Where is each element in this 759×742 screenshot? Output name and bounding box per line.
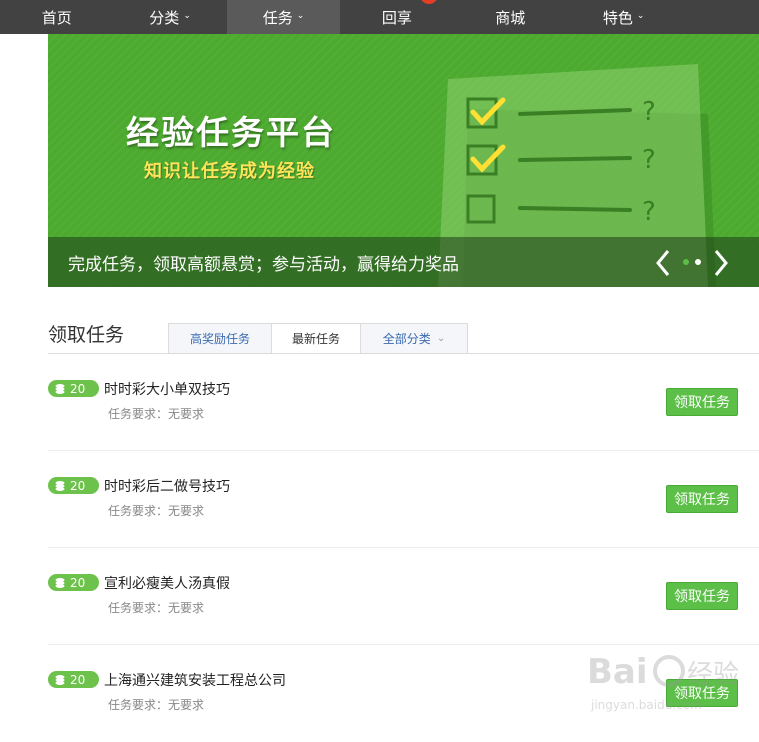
coin-stack-icon — [55, 383, 65, 394]
nav-item-home[interactable]: 首页 — [0, 0, 113, 34]
carousel-dot[interactable] — [695, 259, 701, 265]
coin-stack-icon — [55, 480, 65, 491]
reward-value: 20 — [70, 575, 86, 590]
svg-text:Bai: Bai — [587, 652, 648, 692]
baidu-watermark: Bai 经验 jingyan.baidu.com — [587, 652, 739, 712]
chevron-down-icon: ⌄ — [636, 11, 645, 21]
task-row: 20 时时彩大小单双技巧 任务要求：无要求 领取任务 — [48, 355, 759, 451]
reward-badge: 20 — [48, 574, 99, 591]
nav-item-tasks[interactable]: 任务 ⌄ — [226, 0, 341, 34]
row-divider — [48, 547, 759, 548]
nav-item-label: 任务 — [262, 8, 293, 27]
tabs-divider — [48, 353, 759, 354]
svg-text:?: ? — [642, 97, 656, 127]
banner-title: 经验任务平台 — [126, 113, 336, 152]
tab-high-reward[interactable]: 高奖励任务 — [168, 323, 272, 354]
carousel-dot-active[interactable] — [683, 259, 689, 265]
chevron-down-icon: ⌄ — [183, 11, 191, 21]
task-title[interactable]: 上海通兴建筑安装工程总公司 — [104, 670, 286, 690]
task-tabs: 高奖励任务 最新任务 全部分类 ⌄ — [168, 323, 468, 354]
nav-item-featured[interactable]: 特色 ⌄ — [567, 0, 680, 34]
reward-value: 20 — [70, 478, 86, 493]
nav-item-category[interactable]: 分类 ⌄ — [113, 0, 226, 34]
svg-text:?: ? — [642, 145, 656, 175]
chevron-down-icon: ⌄ — [296, 11, 305, 21]
chevron-left-icon[interactable] — [654, 249, 672, 277]
task-row: 20 宣利必瘦美人汤真假 任务要求：无要求 领取任务 — [48, 549, 759, 645]
chevron-right-icon[interactable] — [712, 249, 730, 277]
claim-task-button[interactable]: 领取任务 — [666, 388, 738, 416]
coin-stack-icon — [55, 577, 65, 588]
reward-badge: 20 — [48, 380, 99, 397]
nav-item-label: 回享 — [381, 8, 412, 27]
tab-latest[interactable]: 最新任务 — [271, 323, 361, 354]
row-divider — [48, 450, 759, 451]
task-title[interactable]: 时时彩大小单双技巧 — [104, 379, 230, 399]
nav-item-label: 商城 — [495, 8, 526, 27]
banner-caption: 完成任务，领取高额悬赏；参与活动，赢得给力奖品 — [68, 255, 459, 275]
task-requirement: 任务要求：无要求 — [108, 698, 205, 712]
task-requirement: 任务要求：无要求 — [108, 504, 205, 518]
svg-text:jingyan.baidu.com: jingyan.baidu.com — [590, 698, 702, 712]
tab-label: 高奖励任务 — [189, 332, 250, 346]
task-title[interactable]: 时时彩后二做号技巧 — [104, 476, 230, 496]
task-title[interactable]: 宣利必瘦美人汤真假 — [104, 573, 230, 593]
banner-caption-bar: 完成任务，领取高额悬赏；参与活动，赢得给力奖品 — [48, 237, 759, 287]
svg-text:经验: 经验 — [687, 660, 739, 690]
tab-label: 最新任务 — [291, 332, 340, 346]
coin-stack-icon — [55, 674, 65, 685]
banner-subtitle: 知识让任务成为经验 — [144, 161, 315, 182]
reward-badge: 20 — [48, 671, 99, 688]
task-requirement: 任务要求：无要求 — [108, 601, 205, 615]
nav-item-label: 特色 — [602, 8, 633, 27]
task-requirement: 任务要求：无要求 — [108, 407, 205, 421]
svg-text:?: ? — [642, 197, 656, 227]
chevron-down-icon: ⌄ — [436, 333, 446, 344]
nav-item-share[interactable]: 回享 — [340, 0, 453, 34]
reward-value: 20 — [70, 381, 86, 396]
tab-all-categories[interactable]: 全部分类 ⌄ — [360, 323, 468, 354]
nav-item-label: 首页 — [41, 8, 72, 27]
section-title: 领取任务 — [48, 324, 125, 346]
claim-task-button[interactable]: 领取任务 — [666, 485, 738, 513]
nav-item-mall[interactable]: 商城 — [454, 0, 567, 34]
claim-task-button[interactable]: 领取任务 — [666, 582, 738, 610]
hero-banner[interactable]: ? ? ? 经验任务平台 知识让任务成为经验 完成任务，领取高额悬赏；参与活动，… — [48, 34, 759, 287]
hot-badge-icon — [419, 0, 438, 4]
task-row: 20 时时彩后二做号技巧 任务要求：无要求 领取任务 — [48, 452, 759, 548]
reward-value: 20 — [70, 672, 86, 687]
top-nav: 首页 分类 ⌄ 任务 ⌄ 回享 商城 特色 ⌄ — [0, 0, 759, 34]
reward-badge: 20 — [48, 477, 99, 494]
tab-label: 全部分类 — [382, 332, 431, 346]
nav-item-label: 分类 — [149, 8, 180, 27]
